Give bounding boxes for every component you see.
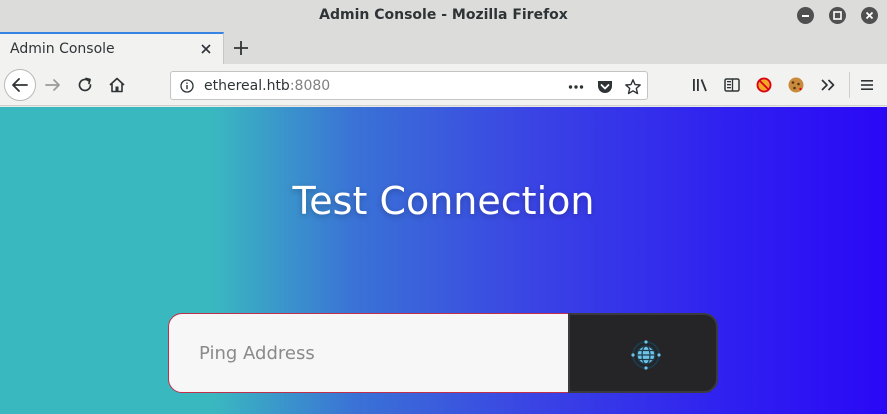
maximize-icon[interactable] bbox=[829, 7, 846, 24]
back-arrow-icon bbox=[12, 78, 28, 92]
window-titlebar: Admin Console - Mozilla Firefox bbox=[0, 0, 887, 32]
library-icon[interactable] bbox=[691, 76, 709, 94]
blocked-extension-icon[interactable] bbox=[755, 76, 773, 94]
ping-submit-button[interactable] bbox=[568, 313, 718, 393]
back-button[interactable] bbox=[4, 69, 36, 101]
forward-arrow-icon[interactable] bbox=[44, 76, 62, 94]
hamburger-menu-icon[interactable] bbox=[858, 76, 876, 94]
page-actions-icon[interactable] bbox=[567, 78, 585, 96]
tab-title: Admin Console bbox=[10, 41, 115, 57]
tab-close-icon[interactable] bbox=[198, 41, 214, 57]
url-text: ethereal.htb:8080 bbox=[204, 78, 330, 94]
page-content: Test Connection bbox=[0, 107, 887, 414]
ping-address-input[interactable] bbox=[168, 313, 570, 393]
reload-icon[interactable] bbox=[76, 76, 94, 94]
globe-icon bbox=[631, 340, 661, 370]
toolbar-divider bbox=[849, 72, 850, 98]
home-icon[interactable] bbox=[108, 76, 126, 94]
sidebar-icon[interactable] bbox=[723, 76, 741, 94]
window-title: Admin Console - Mozilla Firefox bbox=[319, 7, 568, 23]
cookie-extension-icon[interactable] bbox=[787, 76, 805, 94]
bookmark-star-icon[interactable] bbox=[624, 78, 642, 96]
minimize-icon[interactable] bbox=[797, 7, 814, 24]
overflow-chevrons-icon[interactable] bbox=[819, 76, 837, 94]
tab-strip: Admin Console bbox=[0, 32, 887, 64]
url-bar[interactable]: ethereal.htb:8080 bbox=[170, 71, 648, 100]
url-port: :8080 bbox=[289, 78, 331, 94]
tab-admin-console[interactable]: Admin Console bbox=[0, 32, 224, 64]
url-host: ethereal.htb bbox=[204, 78, 290, 94]
navigation-toolbar: ethereal.htb:8080 bbox=[0, 64, 887, 106]
page-title: Test Connection bbox=[292, 179, 595, 223]
pocket-icon[interactable] bbox=[596, 78, 614, 96]
site-info-icon[interactable] bbox=[180, 79, 194, 93]
close-icon[interactable] bbox=[861, 7, 878, 24]
new-tab-icon[interactable] bbox=[231, 38, 251, 58]
